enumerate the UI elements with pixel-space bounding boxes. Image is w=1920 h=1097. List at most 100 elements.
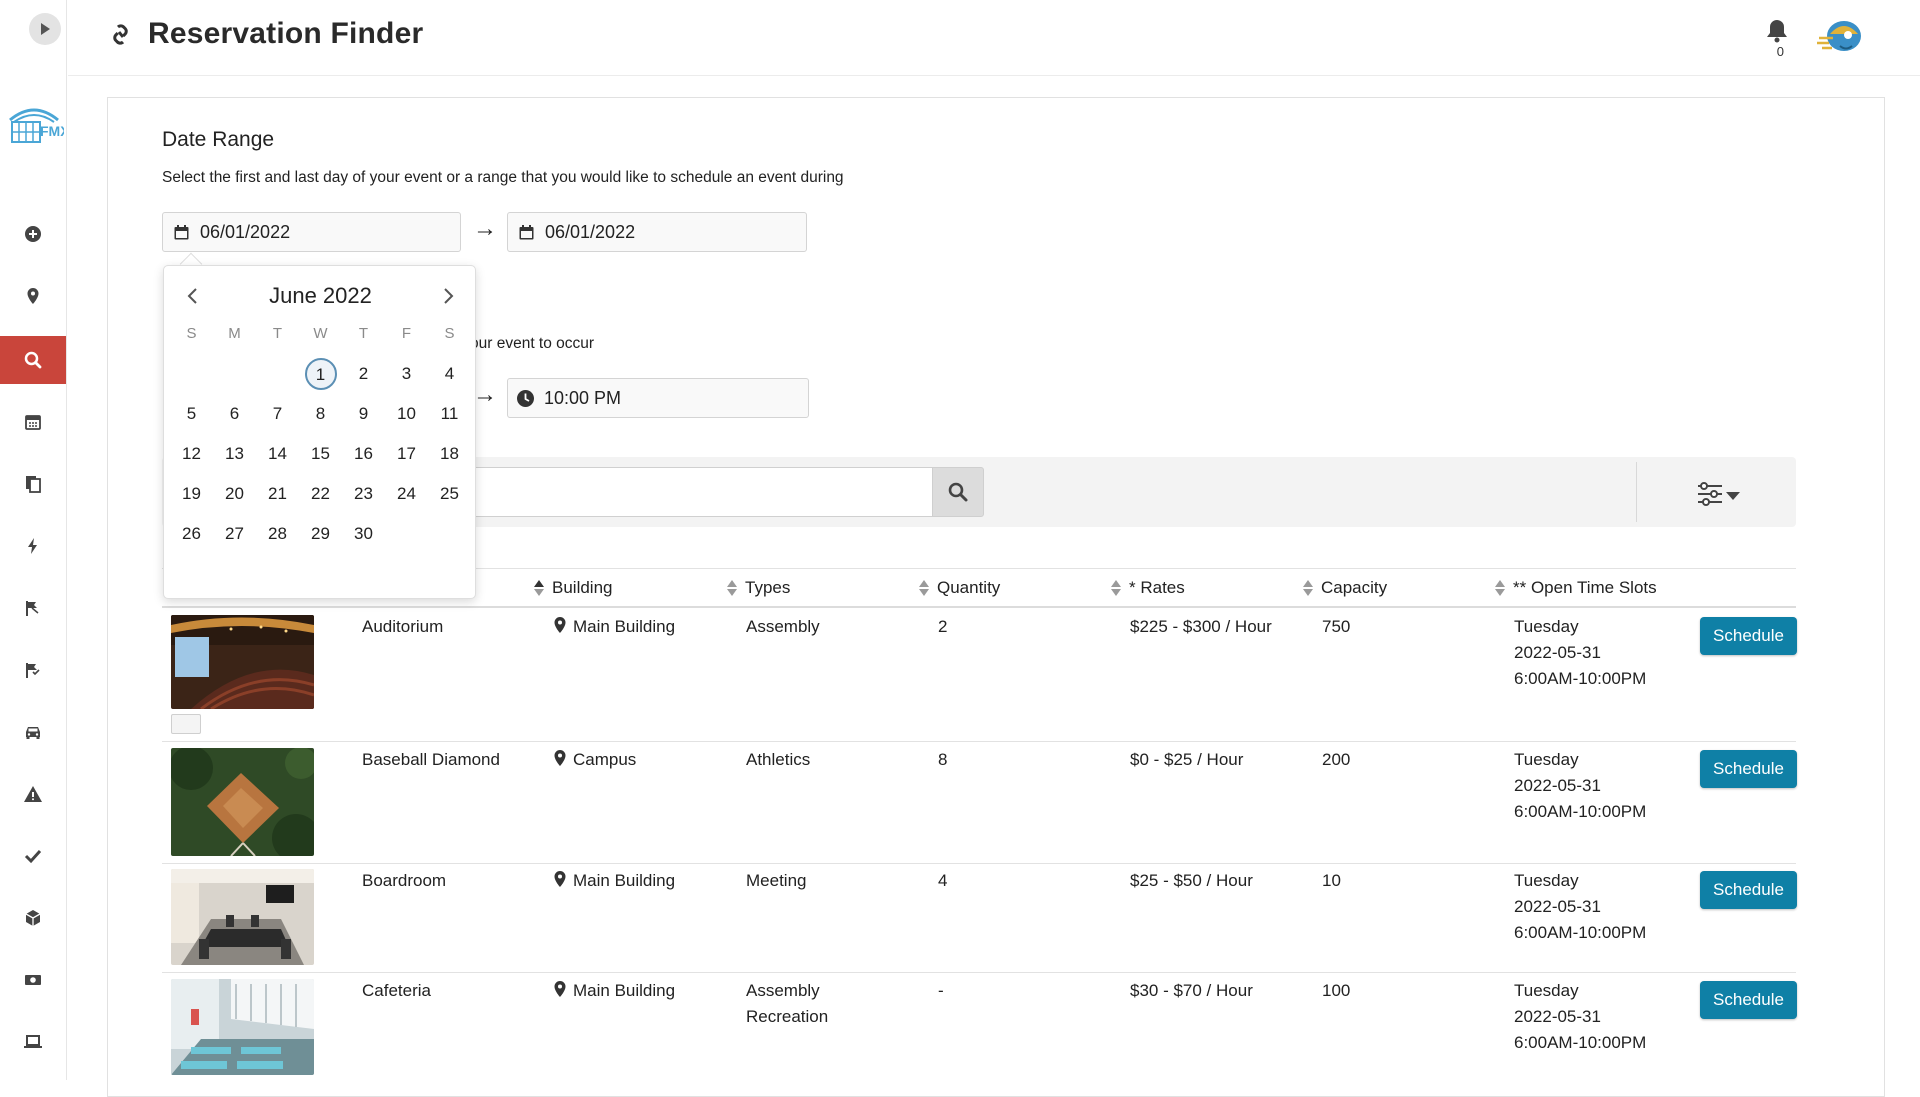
column-header-open-time-slots[interactable]: ** Open Time Slots	[1495, 578, 1657, 598]
resource-name[interactable]: Baseball Diamond	[362, 747, 500, 773]
calendar-day[interactable]: 23	[342, 484, 385, 504]
sidebar-item-inventory[interactable]	[0, 894, 66, 942]
resource-name[interactable]: Boardroom	[362, 868, 446, 894]
sidebar-toggle-button[interactable]	[29, 13, 61, 45]
end-date-field[interactable]: 06/01/2022	[507, 212, 807, 252]
sidebar-item-documents[interactable]	[0, 460, 66, 508]
calendar-day[interactable]: 8	[299, 404, 342, 424]
calendar-week: 19 20 21 22 23 24 25	[170, 474, 471, 514]
capacity-cell: 100	[1322, 981, 1351, 1000]
weekday-header: SMTWTFS	[170, 322, 471, 344]
calendar-day[interactable]: 6	[213, 404, 256, 424]
sidebar-item-alerts[interactable]	[0, 770, 66, 818]
calendar-day[interactable]: 22	[299, 484, 342, 504]
calendar-day[interactable]: 14	[256, 444, 299, 464]
time-range-description: our event to occur	[470, 335, 595, 352]
calendar-day[interactable]: 5	[170, 404, 213, 424]
sidebar-item-billing[interactable]	[0, 956, 66, 1004]
sidebar-item-calendar[interactable]	[0, 398, 66, 446]
column-header-types[interactable]: Types	[727, 578, 790, 598]
sidebar-item-tasks[interactable]	[0, 832, 66, 880]
resource-name[interactable]: Auditorium	[362, 614, 443, 640]
schedule-button[interactable]: Schedule	[1700, 871, 1797, 909]
calendar-day[interactable]: 11	[428, 404, 471, 424]
start-date-field[interactable]: 06/01/2022	[162, 212, 461, 252]
calendar-day[interactable]: 21	[256, 484, 299, 504]
sort-icon	[1495, 579, 1505, 597]
types-cell: Assembly Recreation	[746, 981, 829, 1026]
calendar-day[interactable]: 24	[385, 484, 428, 504]
search-icon	[24, 351, 42, 369]
open-slot-cell: Tuesday 2022-05-31 6:00AM-10:00PM	[1514, 981, 1647, 1052]
calendar-day[interactable]: 2	[342, 364, 385, 384]
schedule-button[interactable]: Schedule	[1700, 981, 1797, 1019]
sidebar-item-add[interactable]	[0, 210, 66, 258]
calendar-day[interactable]: 3	[385, 364, 428, 384]
baseball-diamond-photo[interactable]	[171, 748, 314, 856]
search-button[interactable]	[932, 467, 984, 517]
calendar-day[interactable]: 7	[256, 404, 299, 424]
search-icon	[948, 482, 968, 502]
schedule-button[interactable]: Schedule	[1700, 617, 1797, 655]
calendar-month-label: June 2022	[269, 283, 372, 308]
calendar-day[interactable]: 29	[299, 524, 342, 544]
calendar-day[interactable]: 19	[170, 484, 213, 504]
sidebar-item-locations[interactable]	[0, 272, 66, 320]
fmx-logo[interactable]: FMX	[4, 98, 70, 146]
next-month-button[interactable]	[436, 284, 460, 308]
open-slot-cell: Tuesday 2022-05-31 6:00AM-10:00PM	[1514, 750, 1647, 821]
calendar-day[interactable]: 27	[213, 524, 256, 544]
end-time-value: 10:00 PM	[544, 387, 622, 408]
schedule-button[interactable]: Schedule	[1700, 750, 1797, 788]
sidebar-item-search[interactable]	[0, 336, 66, 384]
calendar-day[interactable]: 30	[342, 524, 385, 544]
warning-icon	[24, 786, 42, 802]
sort-icon	[919, 579, 929, 597]
column-header-capacity[interactable]: Capacity	[1303, 578, 1387, 598]
calendar-icon	[25, 415, 41, 430]
calendar-day[interactable]: 16	[342, 444, 385, 464]
calendar-day[interactable]: 20	[213, 484, 256, 504]
sidebar-item-flag-2[interactable]	[0, 646, 66, 694]
column-header-rates[interactable]: * Rates	[1111, 578, 1185, 598]
checkmark-icon	[24, 849, 42, 864]
cafeteria-photo[interactable]	[171, 979, 314, 1075]
time-range-arrow: →	[473, 381, 497, 408]
calendar-day[interactable]: 26	[170, 524, 213, 544]
column-header-building[interactable]: Building	[534, 578, 613, 598]
avatar[interactable]	[1814, 10, 1874, 62]
calendar-day[interactable]: 1	[299, 358, 342, 390]
capacity-cell: 200	[1322, 750, 1351, 769]
calendar-day[interactable]: 15	[299, 444, 342, 464]
documents-icon	[26, 476, 41, 493]
filter-settings-button[interactable]	[1694, 479, 1744, 509]
search-input[interactable]	[470, 467, 933, 517]
weekday-label: S	[186, 324, 197, 342]
resource-name[interactable]: Cafeteria	[362, 978, 431, 1004]
calendar-day[interactable]: 18	[428, 444, 471, 464]
column-header-quantity[interactable]: Quantity	[919, 578, 1000, 598]
calendar-day[interactable]: 28	[256, 524, 299, 544]
capacity-cell: 750	[1322, 617, 1351, 636]
calendar-day[interactable]: 13	[213, 444, 256, 464]
weekday-label: M	[228, 324, 241, 342]
calendar-icon	[174, 224, 189, 239]
calendar-day[interactable]: 9	[342, 404, 385, 424]
end-time-field[interactable]: 10:00 PM	[507, 378, 809, 418]
boardroom-photo[interactable]	[171, 869, 314, 965]
calendar-day[interactable]: 4	[428, 364, 471, 384]
calendar-day[interactable]: 12	[170, 444, 213, 464]
sidebar-item-vehicles[interactable]	[0, 708, 66, 756]
calendar-day[interactable]: 25	[428, 484, 471, 504]
filter-divider	[1636, 462, 1637, 522]
calendar-day[interactable]: 10	[385, 404, 428, 424]
image-gallery-icon[interactable]	[171, 714, 201, 734]
flag-icon	[26, 601, 39, 616]
calendar-day[interactable]: 17	[385, 444, 428, 464]
sidebar-item-energy[interactable]	[0, 522, 66, 570]
bell-icon[interactable]	[1762, 16, 1792, 46]
auditorium-photo[interactable]	[171, 615, 314, 709]
sidebar-item-devices[interactable]	[0, 1018, 66, 1066]
sidebar-item-flag-1[interactable]	[0, 584, 66, 632]
page-title: Reservation Finder	[148, 17, 424, 50]
